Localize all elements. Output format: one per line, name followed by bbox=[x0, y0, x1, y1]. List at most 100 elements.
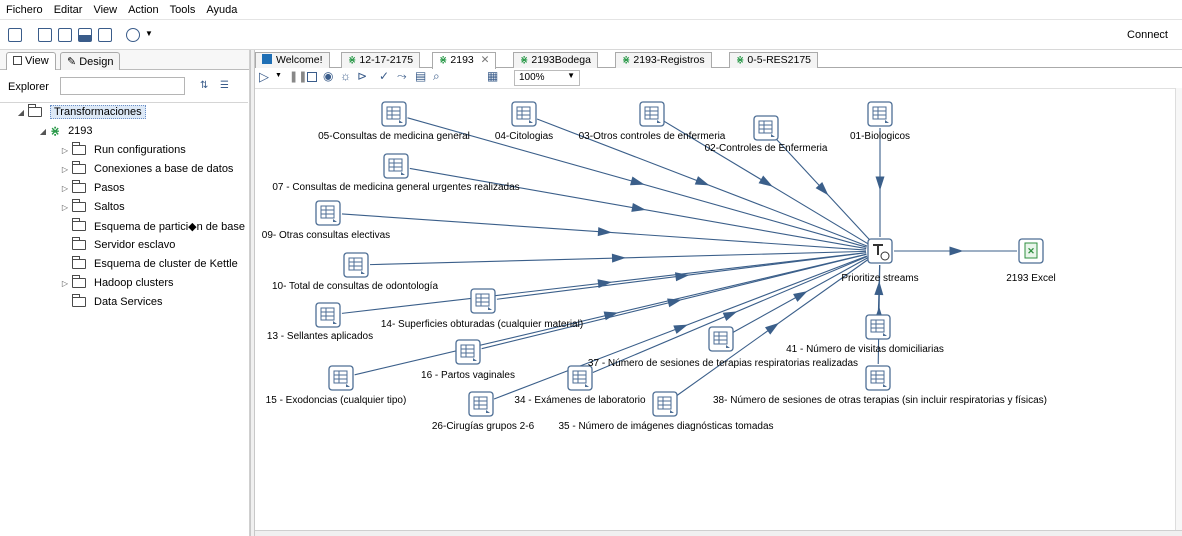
tab-2193bodega[interactable]: ⋇ 2193Bodega bbox=[513, 52, 598, 68]
tree-item-esquema-particion[interactable]: Esquema de partici◆n de base bbox=[72, 217, 248, 235]
save-icon[interactable] bbox=[78, 28, 92, 42]
new-file-icon[interactable] bbox=[8, 28, 22, 42]
menu-ayuda[interactable]: Ayuda bbox=[206, 4, 237, 16]
replay-icon[interactable]: ⊳ bbox=[357, 69, 367, 83]
excel-x-glyph: ✕ bbox=[1027, 246, 1035, 256]
tree-item-servidor-esclavo[interactable]: Servidor esclavo bbox=[72, 236, 175, 254]
perspective-layers-icon[interactable] bbox=[126, 28, 140, 42]
table-input-step-icon[interactable] bbox=[867, 101, 893, 127]
tab-0-5-res2175[interactable]: ⋇ 0-5-RES2175 bbox=[729, 52, 819, 68]
horizontal-scrollbar[interactable] bbox=[255, 530, 1182, 536]
table-input-step-icon[interactable] bbox=[383, 153, 409, 179]
table-grid-icon bbox=[348, 257, 363, 271]
collapsed-arrow-icon[interactable]: ▷ bbox=[58, 165, 72, 174]
hop-arrowhead bbox=[694, 176, 710, 186]
tab-2193-registros[interactable]: ⋇ 2193-Registros bbox=[615, 52, 712, 68]
hop-arrowhead bbox=[631, 203, 646, 212]
table-input-step-icon[interactable] bbox=[652, 391, 678, 417]
open-folder-icon[interactable] bbox=[38, 28, 52, 42]
explorer-label: Explorer bbox=[8, 81, 49, 93]
debug-icon[interactable]: ☼ bbox=[340, 69, 351, 83]
menu-bar: Fichero Editar View Action Tools Ayuda bbox=[0, 0, 1182, 20]
verify-icon[interactable]: ✓ bbox=[379, 69, 389, 83]
preview-eye-icon[interactable]: ◉ bbox=[323, 69, 333, 83]
table-input-step-icon[interactable] bbox=[455, 339, 481, 365]
tree-item-transformaciones[interactable]: ◢ Transformaciones bbox=[14, 103, 146, 121]
collapsed-arrow-icon[interactable]: ▷ bbox=[58, 203, 72, 212]
tree-item-saltos[interactable]: ▷ Saltos bbox=[58, 198, 125, 216]
tree-item-label: Transformaciones bbox=[50, 105, 146, 119]
save-as-icon[interactable] bbox=[98, 28, 112, 42]
chevron-down-icon[interactable]: ▼ bbox=[275, 72, 282, 79]
collapsed-arrow-icon[interactable]: ▷ bbox=[58, 184, 72, 193]
impact-icon[interactable]: ⤳ bbox=[397, 69, 407, 84]
collapse-all-icon[interactable]: ⇅ bbox=[200, 80, 208, 91]
transformation-icon: ⋇ bbox=[50, 124, 61, 138]
left-panel: View ✎ Design Explorer ⇅ ☰ ◢ Transformaci… bbox=[0, 50, 250, 536]
connect-button[interactable]: Connect bbox=[1127, 29, 1168, 41]
table-grid-icon bbox=[758, 120, 773, 134]
tree-item-conexiones[interactable]: ▷ Conexiones a base de datos bbox=[58, 160, 233, 178]
step-label-s09: 09- Otras consultas electivas bbox=[262, 230, 390, 241]
transformation-toolbar: ▷ ▼ ❚❚ ◉ ☼ ⊳ ✓ ⤳ ▤ ⌕ ▦ 100% ▼ bbox=[255, 68, 1182, 88]
zoom-select[interactable]: 100% ▼ bbox=[514, 70, 580, 86]
explore-repository-icon[interactable] bbox=[58, 28, 72, 42]
tree-item-transformation[interactable]: ◢ ⋇ 2193 bbox=[36, 122, 93, 140]
step-label-s38: 38- Número de sesiones de otras terapias… bbox=[713, 395, 1047, 406]
close-icon[interactable]: ✕ bbox=[481, 54, 490, 66]
table-input-step-icon[interactable] bbox=[315, 302, 341, 328]
table-input-step-icon[interactable] bbox=[567, 365, 593, 391]
tab-view[interactable]: View bbox=[6, 52, 56, 70]
excel-output-icon[interactable]: ✕ bbox=[1018, 238, 1044, 264]
table-input-step-icon[interactable] bbox=[470, 288, 496, 314]
menu-fichero[interactable]: Fichero bbox=[6, 4, 43, 16]
expanded-arrow-icon[interactable]: ◢ bbox=[14, 108, 28, 117]
explore-db-icon[interactable]: ⌕ bbox=[433, 69, 440, 84]
table-input-step-icon[interactable] bbox=[708, 326, 734, 352]
pause-icon[interactable]: ❚❚ bbox=[289, 70, 307, 83]
show-results-icon[interactable]: ▦ bbox=[487, 69, 498, 83]
tree-item-data-services[interactable]: Data Services bbox=[72, 293, 162, 311]
chevron-down-icon[interactable]: ▼ bbox=[145, 29, 153, 38]
clock-badge-icon bbox=[880, 251, 890, 261]
table-input-step-icon[interactable] bbox=[343, 252, 369, 278]
menu-tools[interactable]: Tools bbox=[170, 4, 196, 16]
step-label-s04: 04-Citologias bbox=[495, 131, 553, 142]
table-input-step-icon[interactable] bbox=[511, 101, 537, 127]
vertical-scrollbar[interactable] bbox=[1175, 88, 1182, 530]
table-input-step-icon[interactable] bbox=[315, 200, 341, 226]
table-input-step-icon[interactable] bbox=[468, 391, 494, 417]
tree-item-pasos[interactable]: ▷ Pasos bbox=[58, 179, 125, 197]
stop-icon[interactable] bbox=[307, 72, 317, 82]
table-input-step-icon[interactable] bbox=[328, 365, 354, 391]
explorer-search-input[interactable] bbox=[60, 77, 185, 95]
hop-arrowhead bbox=[630, 176, 645, 186]
prioritize-streams-icon[interactable] bbox=[867, 238, 893, 264]
tree-item-hadoop-clusters[interactable]: ▷ Hadoop clusters bbox=[58, 274, 174, 292]
expanded-arrow-icon[interactable]: ◢ bbox=[36, 127, 50, 136]
menu-view[interactable]: View bbox=[93, 4, 117, 16]
table-input-step-icon[interactable] bbox=[865, 365, 891, 391]
table-input-step-icon[interactable] bbox=[381, 101, 407, 127]
table-input-step-icon[interactable] bbox=[753, 115, 779, 141]
table-input-step-icon[interactable] bbox=[639, 101, 665, 127]
tree-item-esquema-cluster[interactable]: Esquema de cluster de Kettle bbox=[72, 255, 238, 273]
table-input-step-icon[interactable] bbox=[865, 314, 891, 340]
tab-2193[interactable]: ⋇ 2193 ✕ bbox=[432, 52, 497, 69]
step-label-s01: 01-Biologicos bbox=[850, 131, 910, 142]
collapsed-arrow-icon[interactable]: ▷ bbox=[58, 146, 72, 155]
tab-12-17-2175[interactable]: ⋇ 12-17-2175 bbox=[341, 52, 421, 68]
expand-all-icon[interactable]: ☰ bbox=[220, 80, 229, 91]
transformation-canvas[interactable]: 05-Consultas de medicina general 04-Citol… bbox=[255, 88, 1182, 530]
step-label-s16: 16 - Partos vaginales bbox=[421, 370, 515, 381]
collapsed-arrow-icon[interactable]: ▷ bbox=[58, 279, 72, 288]
tab-welcome[interactable]: Welcome! bbox=[255, 52, 330, 68]
menu-editar[interactable]: Editar bbox=[54, 4, 83, 16]
sql-icon[interactable]: ▤ bbox=[415, 69, 426, 83]
run-icon[interactable]: ▷ bbox=[259, 69, 269, 85]
tab-label: 12-17-2175 bbox=[359, 54, 414, 66]
tab-design[interactable]: ✎ Design bbox=[60, 52, 121, 70]
tree-item-label: Hadoop clusters bbox=[94, 277, 174, 289]
menu-action[interactable]: Action bbox=[128, 4, 159, 16]
tree-item-run-configurations[interactable]: ▷ Run configurations bbox=[58, 141, 186, 159]
